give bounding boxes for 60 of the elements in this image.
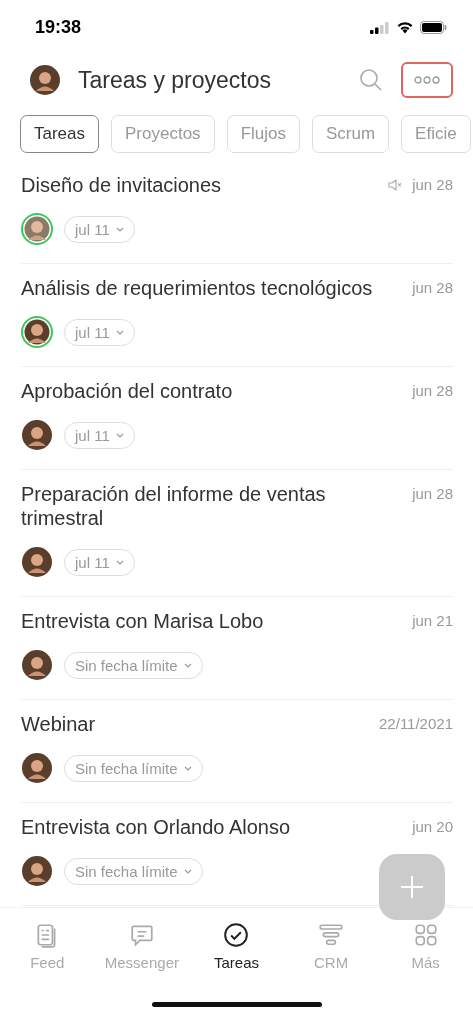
avatar <box>21 419 53 451</box>
nav-tab[interactable]: Más <box>378 922 473 994</box>
nav-tab[interactable]: CRM <box>283 922 379 994</box>
signal-icon <box>370 21 390 34</box>
status-time: 19:38 <box>35 17 82 38</box>
filter-tab[interactable]: Proyectos <box>111 115 215 153</box>
plus-icon <box>400 875 424 899</box>
add-button[interactable] <box>379 854 445 920</box>
task-date: jun 28 <box>412 278 453 298</box>
avatar <box>21 752 53 784</box>
filter-tab[interactable]: Eficie <box>401 115 471 153</box>
chevron-down-icon <box>115 329 124 335</box>
task-title[interactable]: Análisis de requerimientos tecnológicos <box>21 276 401 300</box>
avatar <box>21 316 53 348</box>
task-date: jun 20 <box>412 817 453 837</box>
task-title[interactable]: Entrevista con Orlando Alonso <box>21 815 401 839</box>
avatar <box>21 649 53 681</box>
task-title[interactable]: Diseño de invitaciones <box>21 173 377 197</box>
task-title[interactable]: Preparación del informe de ventas trimestral <box>21 482 401 530</box>
task-date: jun 28 <box>412 175 453 195</box>
chevron-down-icon <box>183 868 192 874</box>
grid-icon <box>412 922 439 948</box>
avatar <box>21 855 53 887</box>
check-circle-icon <box>223 922 250 948</box>
task-title[interactable]: Webinar <box>21 712 368 736</box>
page-title: Tareas y proyectos <box>78 66 273 94</box>
nav-tab[interactable]: Feed <box>0 922 95 994</box>
task-title[interactable]: Aprobación del contrato <box>21 379 401 403</box>
chevron-down-icon <box>115 226 124 232</box>
deadline-chip[interactable]: jul 11 <box>64 318 135 346</box>
nav-tab[interactable]: Tareas <box>189 922 284 994</box>
deadline-chip[interactable]: jul 11 <box>64 548 135 576</box>
task-date: 22/11/2021 <box>379 714 453 734</box>
chevron-down-icon <box>183 765 192 771</box>
chevron-down-icon <box>183 662 192 668</box>
battery-icon <box>420 21 447 34</box>
task-date: jun 28 <box>412 381 453 401</box>
funnel-icon <box>318 922 345 948</box>
avatar <box>21 546 53 578</box>
task-date: jun 21 <box>412 611 453 631</box>
nav-tab[interactable]: Messenger <box>94 922 190 994</box>
task-date: jun 28 <box>412 484 453 504</box>
deadline-chip[interactable]: jul 11 <box>64 421 135 449</box>
deadline-chip[interactable]: Sin fecha límite <box>64 651 203 679</box>
deadline-chip[interactable]: jul 11 <box>64 215 135 243</box>
chevron-down-icon <box>115 559 124 565</box>
filter-tab[interactable]: Tareas <box>20 115 100 153</box>
more-button[interactable] <box>401 62 453 98</box>
chat-bubble-icon <box>128 922 155 948</box>
avatar <box>21 213 53 245</box>
chevron-down-icon <box>115 432 124 438</box>
deadline-chip[interactable]: Sin fecha límite <box>64 857 203 885</box>
filter-tab[interactable]: Flujos <box>226 115 300 153</box>
deadline-chip[interactable]: Sin fecha límite <box>64 754 203 782</box>
wifi-icon <box>396 21 414 34</box>
task-title[interactable]: Entrevista con Marisa Lobo <box>21 609 401 633</box>
filter-tab[interactable]: Scrum <box>312 115 390 153</box>
more-dots-icon <box>414 76 440 84</box>
avatar <box>29 63 61 96</box>
search-icon[interactable] <box>359 68 383 92</box>
